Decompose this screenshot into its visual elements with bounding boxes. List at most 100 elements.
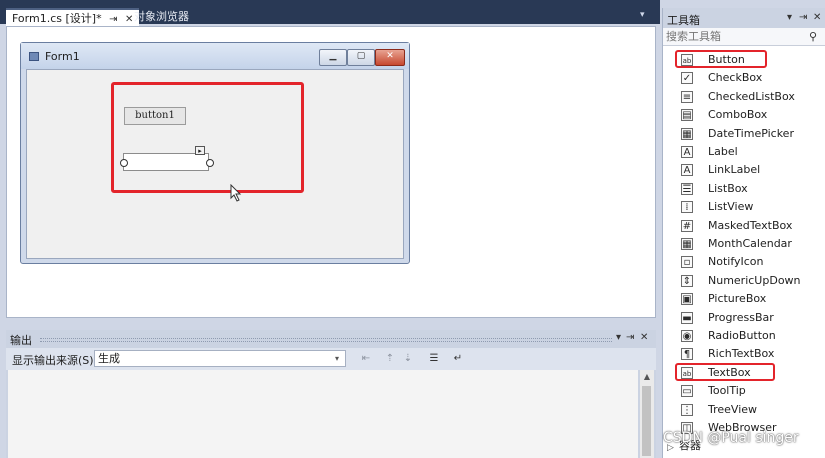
toolbox-item-label: MonthCalendar [708,237,792,250]
toolbox-item-numericupdown[interactable]: ⇕ NumericUpDown [663,272,825,290]
output-panel: 输出 ▾ ⇥ ✕ 显示输出来源(S): 生成 ▾ ⇤ ⇡ ⇣ ☰ ↵ ▲ [6,330,656,458]
output-text-area[interactable] [8,370,638,458]
toolbox-item-maskedtextbox[interactable]: # MaskedTextBox [663,217,825,235]
output-toolbar: 显示输出来源(S): 生成 ▾ ⇤ ⇡ ⇣ ☰ ↵ [6,348,656,370]
form1-titlebar[interactable]: Form1 ▁ ▢ ✕ [21,43,409,69]
toolbox-item-label: ComboBox [708,108,768,122]
toolbox-header: 工具箱 ▾ ⇥ ✕ [663,8,825,28]
annotation-highlight-textbox [675,362,775,381]
output-source-value: 生成 [98,352,120,365]
toolbox-item-label: NotifyIcon [708,255,764,269]
form-icon [29,52,39,61]
output-source-select[interactable]: 生成 ▾ [94,350,346,367]
toolbox-item-listbox[interactable]: ☰ ListBox [663,180,825,198]
progressbar-icon: ▬ [681,311,693,324]
clear-all-icon[interactable]: ☰ [428,353,440,364]
chevron-down-icon[interactable]: ▾ [335,351,345,366]
radiobutton-icon: ◉ [681,330,693,342]
tooltip-icon: ▭ [681,385,693,398]
toolbox-item-label[interactable]: A Label [663,143,825,161]
combobox-icon: ▤ [681,109,693,122]
annotation-highlight-form [111,82,304,193]
toolbox-item-label: CheckBox [708,71,763,85]
toolbox-item-tooltip[interactable]: ▭ ToolTip [663,382,825,400]
find-message-icon[interactable]: ⇤ [360,353,372,364]
tab-form1-designer[interactable]: Form1.cs [设计]* ⇥ ✕ [6,8,140,28]
toolbox-item-checkbox[interactable]: ✓ CheckBox [663,69,825,87]
datetimepicker-icon: ▦ [681,127,693,140]
toolbox-item-picturebox[interactable]: ▣ PictureBox [663,290,825,308]
toolbox-item-label: CheckedListBox [708,89,795,103]
toolbox-search-input[interactable] [666,29,796,44]
picturebox-icon: ▣ [681,293,693,306]
output-drag-grip[interactable] [40,338,612,342]
toolbox-item-label: Label [708,145,738,158]
toolbox-panel: 工具箱 ▾ ⇥ ✕ ⚲ abButton✓CheckBox≡CheckedLis… [662,8,825,458]
toolbox-pin-icon[interactable]: ⇥ [799,12,807,23]
toolbox-item-label: NumericUpDown [708,273,801,287]
toolbox-item-checkedlistbox[interactable]: ≡ CheckedListBox [663,88,825,106]
tab-form1-label: Form1.cs [设计]* [12,12,102,25]
toolbox-item-label: RichTextBox [708,347,775,361]
toolbox-item-label: PictureBox [708,292,767,306]
show-output-source-label: 显示输出来源(S): [12,354,98,367]
toolbox-item-label: ToolTip [708,384,746,398]
toolbox-item-monthcalendar[interactable]: ▦ MonthCalendar [663,235,825,253]
prev-message-icon[interactable]: ⇡ [384,353,396,364]
listbox-icon: ☰ [681,182,693,195]
minimize-button[interactable]: ▁ [319,49,347,66]
toolbox-item-radiobutton[interactable]: ◉ RadioButton [663,327,825,345]
toolbox-item-notifyicon[interactable]: ▫ NotifyIcon [663,253,825,271]
toolbox-item-label: ListView [708,200,754,214]
toolbox-item-combobox[interactable]: ▤ ComboBox [663,106,825,124]
toolbox-item-linklabel[interactable]: A LinkLabel [663,161,825,179]
toolbox-item-label: RadioButton [708,329,776,342]
document-tab-strip: Form1.cs [设计]* ⇥ ✕ 对象浏览器 ▾ [0,0,660,28]
checkedlistbox-icon: ≡ [681,90,693,103]
output-title: 输出 [10,334,32,347]
scroll-up-icon[interactable]: ▲ [640,372,654,382]
toolbox-item-label: ListBox [708,181,748,195]
output-close-icon[interactable]: ✕ [640,332,648,343]
label-icon: A [681,146,693,158]
toolbox-item-label: ProgressBar [708,310,774,324]
monthcalendar-icon: ▦ [681,238,693,250]
notifyicon-icon: ▫ [681,256,693,269]
annotation-highlight-button [675,50,767,68]
toolbox-item-label: LinkLabel [708,163,761,177]
toolbox-item-treeview[interactable]: ⋮ TreeView [663,401,825,419]
toolbox-item-listview[interactable]: ⁞ ListView [663,198,825,216]
toolbox-item-progressbar[interactable]: ▬ ProgressBar [663,309,825,327]
mouse-cursor-icon [230,184,242,202]
csdn-watermark: CSDN @Pual singer [663,430,799,446]
toolbox-item-label: DateTimePicker [708,126,794,140]
toolbox-item-richtextbox[interactable]: ¶ RichTextBox [663,345,825,363]
toolbox-close-icon[interactable]: ✕ [813,12,821,23]
toolbox-menu-icon[interactable]: ▾ [787,12,792,23]
tab-list-dropdown-icon[interactable]: ▾ [640,10,650,20]
close-button[interactable]: ✕ [375,49,405,66]
next-message-icon[interactable]: ⇣ [402,353,414,364]
tab-object-browser-label: 对象浏览器 [134,10,189,23]
toolbox-search-bar: ⚲ [663,28,825,46]
scroll-thumb[interactable] [642,386,651,456]
output-pin-icon[interactable]: ⇥ [626,332,634,343]
output-scrollbar[interactable]: ▲ [640,370,654,458]
toolbox-item-datetimepicker[interactable]: ▦ DateTimePicker [663,125,825,143]
maximize-button[interactable]: ▢ [347,49,375,66]
output-header: 输出 ▾ ⇥ ✕ [6,330,656,348]
linklabel-icon: A [681,164,693,177]
numericupdown-icon: ⇕ [681,274,693,287]
listview-icon: ⁞ [681,201,693,214]
toolbox-item-label: TreeView [708,402,758,416]
richtextbox-icon: ¶ [681,348,693,361]
search-icon[interactable]: ⚲ [809,30,821,43]
word-wrap-icon[interactable]: ↵ [452,353,464,364]
toolbox-item-list: ab Button ✓ CheckBox ≡ CheckedListBox ▤ ComboBo… [663,48,825,458]
panel-menu-icon[interactable]: ▾ [616,332,621,343]
form-title: Form1 [45,50,80,63]
maskedtextbox-icon: # [681,219,693,232]
toolbox-title: 工具箱 [667,14,700,27]
toolbox-item-label: MaskedTextBox [708,218,793,232]
tab-object-browser[interactable]: 对象浏览器 [128,8,195,26]
